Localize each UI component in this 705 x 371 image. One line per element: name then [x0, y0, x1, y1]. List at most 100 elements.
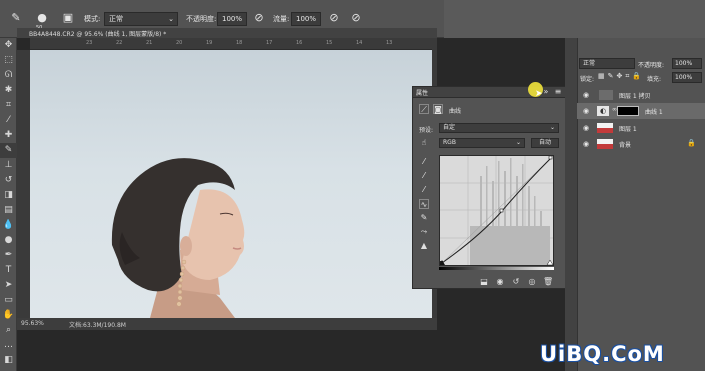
flow-input[interactable]: 100%	[291, 12, 321, 26]
hand-tool-icon[interactable]: ✋	[0, 308, 17, 323]
target-adjust-icon[interactable]: ☝	[419, 138, 429, 148]
eye-icon[interactable]: ◉	[583, 91, 591, 99]
curves-adjustment-icon: ◐	[597, 106, 609, 116]
more-tools-icon[interactable]: …	[0, 338, 17, 353]
mask-icon[interactable]: ◙	[433, 104, 443, 114]
pressure-size-icon[interactable]: ⊘	[348, 10, 364, 26]
pencil-draw-icon[interactable]: ✎	[419, 213, 429, 223]
layer-name: 图层 1	[619, 126, 637, 133]
blur-tool-icon[interactable]: 💧	[0, 218, 17, 233]
output-gradient-bar	[439, 267, 554, 270]
status-bar: 95.63% 文档:63.3M/190.8M	[17, 318, 437, 330]
marquee-tool-icon[interactable]: ⬚	[0, 53, 17, 68]
eye-icon[interactable]: ◉	[583, 107, 591, 115]
layer-name: 曲线 1	[645, 109, 663, 116]
lock-icons[interactable]: ▦✎✥⌗🔒	[598, 72, 644, 81]
smooth-icon[interactable]: ⤳	[419, 227, 429, 237]
eye-icon[interactable]: ◉	[583, 124, 591, 132]
eyedropper-tool-icon[interactable]: ⁄	[0, 113, 17, 128]
preset-label: 预设:	[419, 127, 434, 134]
curve-graph[interactable]	[439, 155, 554, 266]
move-tool-icon[interactable]: ✥	[0, 38, 17, 53]
ruler-mark: 17	[266, 40, 273, 46]
color-swatches-icon[interactable]: ◧	[0, 353, 17, 368]
channel-select[interactable]: RGB ⌄	[439, 138, 525, 148]
clip-to-layer-icon[interactable]: ⬓	[479, 277, 489, 287]
layer-row[interactable]: ◉ 图层 1	[577, 120, 705, 136]
watermark: UiBQ.CoM	[540, 342, 665, 366]
ruler-top: 23 22 21 20 19 18 17 16 15 14 13	[30, 38, 432, 50]
ruler-mark: 13	[386, 40, 393, 46]
shape-tool-icon[interactable]: ▭	[0, 293, 17, 308]
header-blank-area	[444, 0, 705, 38]
brush-tool-icon[interactable]: ✎	[0, 143, 17, 158]
lock-label: 锁定:	[580, 76, 595, 83]
layer-row-selected[interactable]: ◉ ◐ ∞ 曲线 1	[577, 103, 705, 119]
layer-row[interactable]: ◉ 图层 1 拷贝	[577, 87, 705, 103]
visibility-icon[interactable]: ◎	[527, 277, 537, 287]
flow-label: 流量:	[273, 15, 290, 23]
blend-mode-value: 正常	[583, 60, 596, 67]
healing-tool-icon[interactable]: ✚	[0, 128, 17, 143]
reset-icon[interactable]: ↺	[511, 277, 521, 287]
clipping-warning-icon[interactable]: ▲	[419, 241, 429, 251]
path-select-tool-icon[interactable]: ➤	[0, 278, 17, 293]
mode-label: 模式:	[84, 15, 101, 23]
airbrush-icon[interactable]: ⊘	[326, 10, 342, 26]
document-size: 文档:63.3M/190.8M	[69, 322, 126, 329]
image-canvas[interactable]	[30, 50, 432, 318]
quick-select-tool-icon[interactable]: ✱	[0, 83, 17, 98]
fill-input[interactable]: 100%	[672, 72, 702, 83]
zoom-tool-icon[interactable]: ⌕	[0, 323, 17, 338]
properties-title: 属性	[416, 90, 429, 97]
dodge-tool-icon[interactable]: ●	[0, 233, 17, 248]
ruler-mark: 23	[86, 40, 93, 46]
blend-mode-select[interactable]: 正常	[579, 58, 635, 69]
ruler-mark: 19	[206, 40, 213, 46]
zoom-readout[interactable]: 95.63%	[21, 320, 44, 327]
black-point-eyedropper-icon[interactable]: ⁄	[419, 157, 429, 167]
fill-label: 填充:	[647, 76, 662, 83]
eraser-tool-icon[interactable]: ◨	[0, 188, 17, 203]
ruler-mark: 15	[326, 40, 333, 46]
stamp-tool-icon[interactable]: ⊥	[0, 158, 17, 173]
preset-select[interactable]: 自定 ⌄	[439, 123, 559, 133]
type-tool-icon[interactable]: T	[0, 263, 17, 278]
adjustment-icon[interactable]: ⟋	[419, 104, 429, 114]
gray-point-eyedropper-icon[interactable]: ⁄	[419, 171, 429, 181]
document-title: BB4A8448.CR2 @ 95.6% (曲线 1, 图层蒙版/8) *	[29, 31, 167, 38]
pointer-icon: ➤	[535, 89, 543, 99]
channel-value: RGB	[443, 139, 456, 146]
document-tab[interactable]: BB4A8448.CR2 @ 95.6% (曲线 1, 图层蒙版/8) *	[17, 28, 437, 38]
layer-row[interactable]: ◉ 背景 🔒	[577, 136, 705, 152]
view-previous-state-icon[interactable]: ◉	[495, 277, 505, 287]
history-brush-tool-icon[interactable]: ↺	[0, 173, 17, 188]
curve-svg	[439, 155, 554, 266]
layer-thumbnail	[597, 123, 613, 133]
panel-menu-icon[interactable]: ≡	[553, 87, 563, 97]
brush-tool-icon[interactable]: ✎	[8, 10, 24, 26]
ruler-mark: 18	[236, 40, 243, 46]
layer-mask-thumbnail[interactable]	[617, 106, 639, 116]
white-point-eyedropper-icon[interactable]: ⁄	[419, 185, 429, 195]
brush-panel-icon[interactable]: ▣	[60, 10, 76, 26]
pen-tool-icon[interactable]: ✒	[0, 248, 17, 263]
lasso-tool-icon[interactable]: ᘏ	[0, 68, 17, 83]
gradient-tool-icon[interactable]: ▤	[0, 203, 17, 218]
ruler-left	[17, 50, 30, 318]
trash-icon[interactable]: 🗑	[543, 277, 553, 287]
opacity-input[interactable]: 100%	[217, 12, 247, 26]
crop-tool-icon[interactable]: ⌗	[0, 98, 17, 113]
curve-points-icon[interactable]: ∿	[419, 199, 429, 209]
adjustment-type-label: 曲线	[449, 108, 462, 115]
ruler-mark: 16	[296, 40, 303, 46]
layer-thumbnail	[599, 90, 613, 100]
eye-icon[interactable]: ◉	[583, 140, 591, 148]
lock-icon: 🔒	[687, 139, 696, 147]
layer-thumbnail	[597, 139, 613, 149]
pressure-opacity-icon[interactable]: ⊘	[251, 10, 267, 26]
layer-opacity-input[interactable]: 100%	[672, 58, 702, 69]
mode-select[interactable]: 正常 ⌄	[104, 12, 178, 26]
layer-name: 图层 1 拷贝	[619, 93, 651, 100]
auto-button[interactable]: 自动	[531, 138, 559, 148]
